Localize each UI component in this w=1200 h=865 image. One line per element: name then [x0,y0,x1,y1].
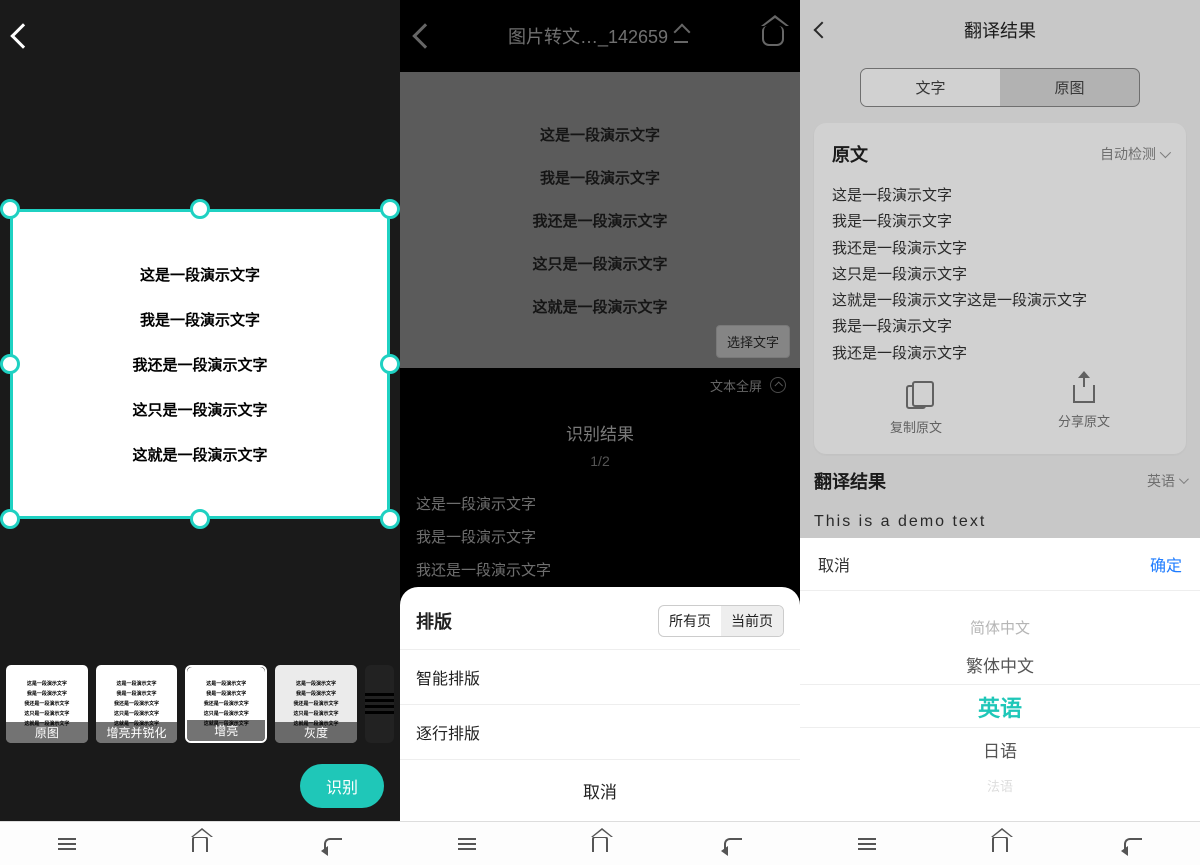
crop-handle-br[interactable] [380,509,400,529]
language-picker: 取消 确定 简体中文 繁体中文 英语 日语 法语 [800,538,1200,821]
result-line: 我是一段演示文字 [416,520,784,553]
picker-cancel-button[interactable]: 取消 [818,552,850,576]
nav-home-icon[interactable] [992,836,1008,852]
sheet-title: 排版 [416,608,452,634]
crop-box[interactable]: 这是一段演示文字 我是一段演示文字 我还是一段演示文字 这只是一段演示文字 这就… [10,209,390,519]
crop-handle-tr[interactable] [380,199,400,219]
fullscreen-toggle[interactable]: 文本全屏 [400,368,800,402]
nav-menu-icon[interactable] [58,838,76,850]
nav-back-icon[interactable] [324,838,342,850]
filter-label: 增亮并锐化 [96,722,178,743]
back-icon[interactable] [412,23,437,48]
nav-home-icon[interactable] [192,836,208,852]
nav-menu-icon[interactable] [858,838,876,850]
demo-line: 这就是一段演示文字 [132,444,267,465]
picker-option[interactable]: 简体中文 [970,617,1030,638]
doc-line: 这是一段演示文字 [540,124,660,145]
crop-handle-tl[interactable] [0,199,20,219]
seg-all-pages[interactable]: 所有页 [659,606,721,636]
filter-brighten[interactable]: 这是一段演示文字我是一段演示文字我还是一段演示文字这只是一段演示文字这就是一段演… [185,665,267,743]
header: 图片转文…_142659 [400,0,800,72]
result-line: 这是一段演示文字 [416,487,784,520]
nav-back-icon[interactable] [1124,838,1142,850]
crop-handle-bl[interactable] [0,509,20,529]
results-page: 1/2 [416,453,784,469]
seg-current-page[interactable]: 当前页 [721,606,783,636]
results-title: 识别结果 [416,420,784,445]
document-preview: 这是一段演示文字 我是一段演示文字 我还是一段演示文字 这只是一段演示文字 这就… [400,72,800,368]
system-nav-bar [400,821,800,865]
action-row: 识别 [0,751,400,821]
crop-filter-screen: 这是一段演示文字 我是一段演示文字 我还是一段演示文字 这只是一段演示文字 这就… [0,0,400,865]
crop-canvas: 这是一段演示文字 我是一段演示文字 我还是一段演示文字 这只是一段演示文字 这就… [0,72,400,656]
system-nav-bar [0,821,400,865]
page-title: 图片转文…_142659 [508,23,688,49]
page-scope-segment[interactable]: 所有页 当前页 [658,605,784,637]
nav-home-icon[interactable] [592,836,608,852]
filter-label: 灰度 [275,722,357,743]
recognize-button[interactable]: 识别 [300,764,384,808]
crop-handle-bm[interactable] [190,509,210,529]
doc-line: 我是一段演示文字 [540,167,660,188]
doc-line: 这就是一段演示文字 [532,296,667,317]
edit-icon[interactable] [674,29,688,43]
back-icon[interactable] [10,23,35,48]
crop-handle-mr[interactable] [380,354,400,374]
picker-wheel[interactable]: 简体中文 繁体中文 英语 日语 法语 [800,591,1200,821]
filter-strip: 这是一段演示文字我是一段演示文字我还是一段演示文字这只是一段演示文字这就是一段演… [0,656,400,751]
home-icon[interactable] [762,26,784,46]
chevron-up-icon [770,377,786,393]
result-line: 我还是一段演示文字 [416,553,784,586]
picker-ok-button[interactable]: 确定 [1150,552,1182,576]
system-nav-bar [800,821,1200,865]
crop-handle-ml[interactable] [0,354,20,374]
nav-back-icon[interactable] [724,838,742,850]
filter-original[interactable]: 这是一段演示文字我是一段演示文字我还是一段演示文字这只是一段演示文字这就是一段演… [6,665,88,743]
layout-option-smart[interactable]: 智能排版 [400,649,800,704]
demo-line: 这只是一段演示文字 [132,399,267,420]
doc-line: 我还是一段演示文字 [532,210,667,231]
demo-line: 我还是一段演示文字 [132,354,267,375]
crop-handle-tm[interactable] [190,199,210,219]
picker-option[interactable]: 日语 [983,737,1017,762]
header [0,0,400,72]
picker-option[interactable]: 繁体中文 [966,652,1034,677]
modal-overlay: 取消 确定 简体中文 繁体中文 英语 日语 法语 [800,0,1200,821]
doc-line: 这只是一段演示文字 [532,253,667,274]
filter-label: 原图 [6,722,88,743]
filter-label: 增亮 [187,720,265,741]
sheet-cancel-button[interactable]: 取消 [400,759,800,821]
layout-sheet: 排版 所有页 当前页 智能排版 逐行排版 取消 [400,587,800,821]
translation-screen: 翻译结果 文字 原图 原文 自动检测 这是一段演示文字 我是一段演示文字 我还是… [800,0,1200,865]
filter-brighten-sharpen[interactable]: 这是一段演示文字我是一段演示文字我还是一段演示文字这只是一段演示文字这就是一段演… [96,665,178,743]
picker-option[interactable]: 法语 [987,776,1013,795]
filter-grayscale[interactable]: 这是一段演示文字我是一段演示文字我还是一段演示文字这只是一段演示文字这就是一段演… [275,665,357,743]
ocr-result-screen: 图片转文…_142659 这是一段演示文字 我是一段演示文字 我还是一段演示文字… [400,0,800,865]
filter-extra[interactable] [365,665,394,743]
demo-line: 这是一段演示文字 [140,264,260,285]
demo-line: 我是一段演示文字 [140,309,260,330]
nav-menu-icon[interactable] [458,838,476,850]
layout-option-linebyline[interactable]: 逐行排版 [400,704,800,759]
select-text-chip[interactable]: 选择文字 [716,325,790,358]
